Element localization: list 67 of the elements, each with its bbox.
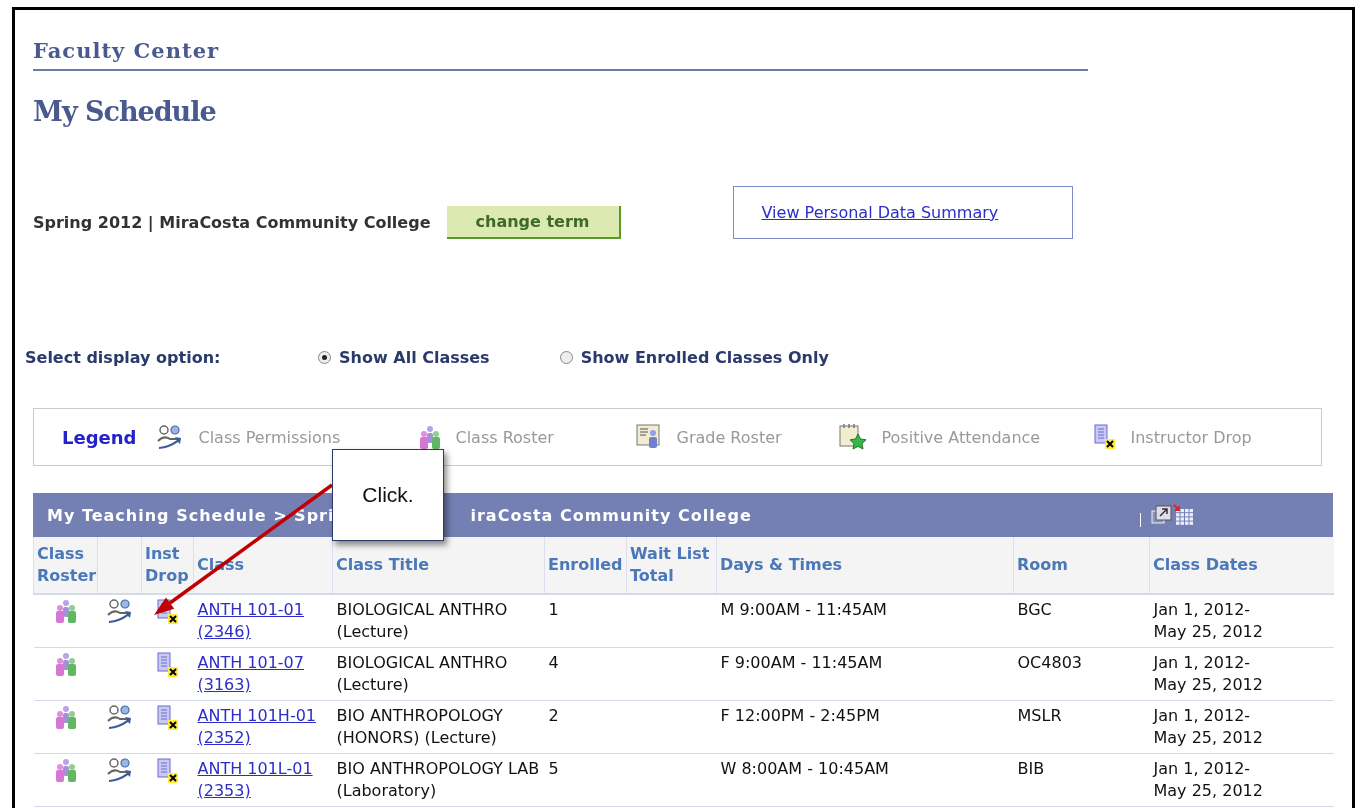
people-group-icon[interactable] [54,599,77,623]
people-arrow-icon[interactable] [105,758,134,782]
table-cell-text: Jan 1, 2012- May 25, 2012 [1153,758,1264,802]
people-arrow-icon[interactable] [105,705,134,729]
document-x-icon[interactable] [1094,424,1117,450]
column-header: Wait List Total [630,544,710,585]
table-cell: 2 [548,706,559,725]
term-label: Spring 2012 | MiraCosta Community College [33,212,431,232]
table-cell: OC4803 [1017,653,1082,672]
table-cell: W 8:00AM - 10:45AM [720,759,889,778]
table-cell-text: Jan 1, 2012- May 25, 2012 [1153,652,1264,696]
column-header: Class Dates [1153,555,1258,574]
table-cell: BIO ANTHROPOLOGY LAB (Laboratory) [336,759,540,800]
grid-title: iraCosta Community College [470,505,752,525]
document-x-icon[interactable] [156,652,179,678]
table-cell: BIB [1017,759,1045,778]
table-cell: 5 [548,759,559,778]
legend-label: Class Roster [455,427,554,447]
table-cell: 1 [548,600,559,619]
people-group-icon[interactable] [54,652,77,676]
personal-data-link[interactable]: View Personal Data Summary [761,202,999,222]
table-cell: BGC [1017,600,1052,619]
legend-title: Legend [62,426,137,448]
table-cell: BIO ANTHROPOLOGY (HONORS) (Lecture) [336,706,503,747]
table-cell: F 9:00AM - 11:45AM [720,653,883,672]
column-header: Days & Times [720,555,843,574]
legend-label: Instructor Drop [1130,427,1252,447]
radio-option[interactable]: Show All Classes [318,348,490,367]
radio-button[interactable] [318,351,331,364]
page-title: My Schedule [33,96,217,127]
display-option-label: Select display option: [25,348,222,367]
class-link[interactable]: ANTH 101H-01 (2352) [197,705,329,749]
radio-option[interactable]: Show Enrolled Classes Only [559,348,829,367]
zoom-icon[interactable] [1151,505,1173,525]
document-x-icon[interactable] [156,705,179,731]
table-cell: BIOLOGICAL ANTHRO (Lecture) [336,600,508,641]
column-header: Class Title [336,555,430,574]
document-x-icon[interactable] [156,758,179,784]
people-group-icon[interactable] [419,425,442,449]
class-link[interactable]: ANTH 101-07 (3163) [197,652,329,696]
roster-card-icon [636,424,663,450]
grid-title: My Teaching Schedule > Spri [47,505,335,525]
class-link[interactable]: ANTH 101L-01 (2353) [197,758,329,802]
grid-download-icon[interactable] [1173,504,1195,526]
table-cell: M 9:00AM - 11:45AM [720,600,887,619]
class-link[interactable]: ANTH 101-01 (2346) [197,599,329,643]
legend-label: Class Permissions [198,427,341,447]
column-header: Inst Drop [145,544,189,585]
column-header: Enrolled [548,555,623,574]
table-cell: BIOLOGICAL ANTHRO (Lecture) [336,653,508,694]
people-group-icon[interactable] [54,705,77,729]
column-header: Room [1017,555,1068,574]
legend-label: Positive Attendance [881,427,1041,447]
change-term-button[interactable]: change term [446,205,621,239]
table-cell: MSLR [1017,706,1062,725]
notepad-star-icon [839,423,868,451]
people-group-icon[interactable] [54,758,77,782]
radio-button[interactable] [559,351,573,364]
table-cell-text: Jan 1, 2012- May 25, 2012 [1153,599,1264,643]
table-cell-text: Jan 1, 2012- May 25, 2012 [1153,705,1264,749]
portal-title: Faculty Center [33,38,1088,71]
column-header: Class Roster [37,544,97,585]
callout-box: Click. [332,449,444,541]
table-cell: 4 [548,653,559,672]
people-arrow-icon[interactable] [105,599,134,623]
table-cell: F 12:00PM - 2:45PM [720,706,880,725]
legend-label: Grade Roster [676,427,782,447]
